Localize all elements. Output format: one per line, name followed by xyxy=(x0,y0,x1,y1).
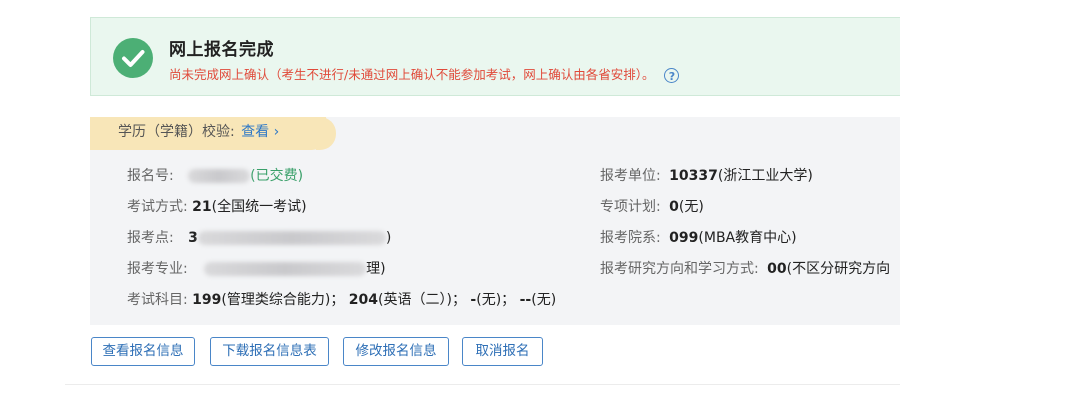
subject-1-code: 199 xyxy=(192,292,222,308)
download-registration-button[interactable]: 下载报名信息表 xyxy=(210,337,329,366)
subject-3-text: (无)； xyxy=(476,292,516,308)
special-plan-code: 0 xyxy=(669,199,679,215)
subject-2-code: 204 xyxy=(348,292,379,308)
confirmation-warning: 尚未完成网上确认（考生不进行/未通过网上确认不能参加考试，网上确认由各省安排）。… xyxy=(169,64,680,83)
research-label: 报考研究方向和学习方式: xyxy=(600,261,759,277)
special-plan-text: (无) xyxy=(678,199,704,215)
major-row: 报考专业: 理) xyxy=(127,258,386,278)
redacted-major xyxy=(204,262,367,276)
reg-no-row: 报名号: (已交费) xyxy=(127,165,303,185)
verify-view-link[interactable]: 查看 › xyxy=(241,124,279,140)
exam-mode-label: 考试方式: xyxy=(127,199,188,215)
subjects-label: 考试科目: xyxy=(127,292,188,308)
help-icon[interactable]: ? xyxy=(664,68,680,83)
subject-1-text: (管理类综合能力)； xyxy=(221,292,345,308)
special-plan-row: 专项计划: 0(无) xyxy=(600,196,704,216)
major-tail: 理) xyxy=(366,261,386,277)
payment-status: (已交费) xyxy=(250,168,304,184)
exam-site-code: 3 xyxy=(188,230,198,246)
department-code: 099 xyxy=(669,230,699,246)
special-plan-label: 专项计划: xyxy=(600,199,661,215)
exam-site-label: 报考点: xyxy=(127,230,174,246)
exam-mode-code: 21 xyxy=(192,199,212,215)
exam-site-row: 报考点: 3) xyxy=(127,227,391,247)
unit-row: 报考单位: 10337(浙江工业大学) xyxy=(600,165,813,185)
check-circle-icon xyxy=(113,38,153,78)
unit-label: 报考单位: xyxy=(600,168,661,184)
subject-2-text: (英语（二）)； xyxy=(378,292,466,308)
cancel-registration-button[interactable]: 取消报名 xyxy=(462,337,543,366)
reg-no-label: 报名号: xyxy=(127,168,174,184)
redacted-reg-no xyxy=(188,169,251,183)
research-row: 报考研究方向和学习方式: 00(不区分研究方向 xyxy=(600,258,900,278)
registration-info-panel: 学历（学籍）校验: 查看 › 报名号: (已交费) 考试方式: 21(全国统一考… xyxy=(90,117,900,325)
education-verify-tab: 学历（学籍）校验: 查看 › xyxy=(90,117,336,150)
modify-registration-button[interactable]: 修改报名信息 xyxy=(343,337,449,366)
success-banner: 网上报名完成 尚未完成网上确认（考生不进行/未通过网上确认不能参加考试，网上确认… xyxy=(90,17,900,96)
exam-mode-row: 考试方式: 21(全国统一考试) xyxy=(127,196,307,216)
subjects-row: 考试科目: 199(管理类综合能力)； 204(英语（二）)； -(无)； --… xyxy=(127,289,556,309)
bottom-divider xyxy=(65,384,900,385)
subject-4-code: -- xyxy=(519,292,532,308)
exam-site-tail: ) xyxy=(385,230,392,246)
exam-mode-text: (全国统一考试) xyxy=(211,199,307,215)
department-label: 报考院系: xyxy=(600,230,661,246)
redacted-exam-site xyxy=(197,231,386,245)
department-text: (MBA教育中心) xyxy=(698,230,797,246)
subject-4-text: (无) xyxy=(531,292,557,308)
research-text: (不区分研究方向 xyxy=(786,261,891,277)
unit-text: (浙江工业大学) xyxy=(717,168,813,184)
department-row: 报考院系: 099(MBA教育中心) xyxy=(600,227,797,247)
success-title: 网上报名完成 xyxy=(169,40,274,60)
warning-text: 尚未完成网上确认（考生不进行/未通过网上确认不能参加考试，网上确认由各省安排）。 xyxy=(169,67,655,82)
unit-code: 10337 xyxy=(669,168,718,184)
research-code: 00 xyxy=(767,261,787,277)
major-label: 报考专业: xyxy=(127,261,188,277)
view-registration-button[interactable]: 查看报名信息 xyxy=(91,337,195,366)
verify-label: 学历（学籍）校验: xyxy=(118,124,235,140)
